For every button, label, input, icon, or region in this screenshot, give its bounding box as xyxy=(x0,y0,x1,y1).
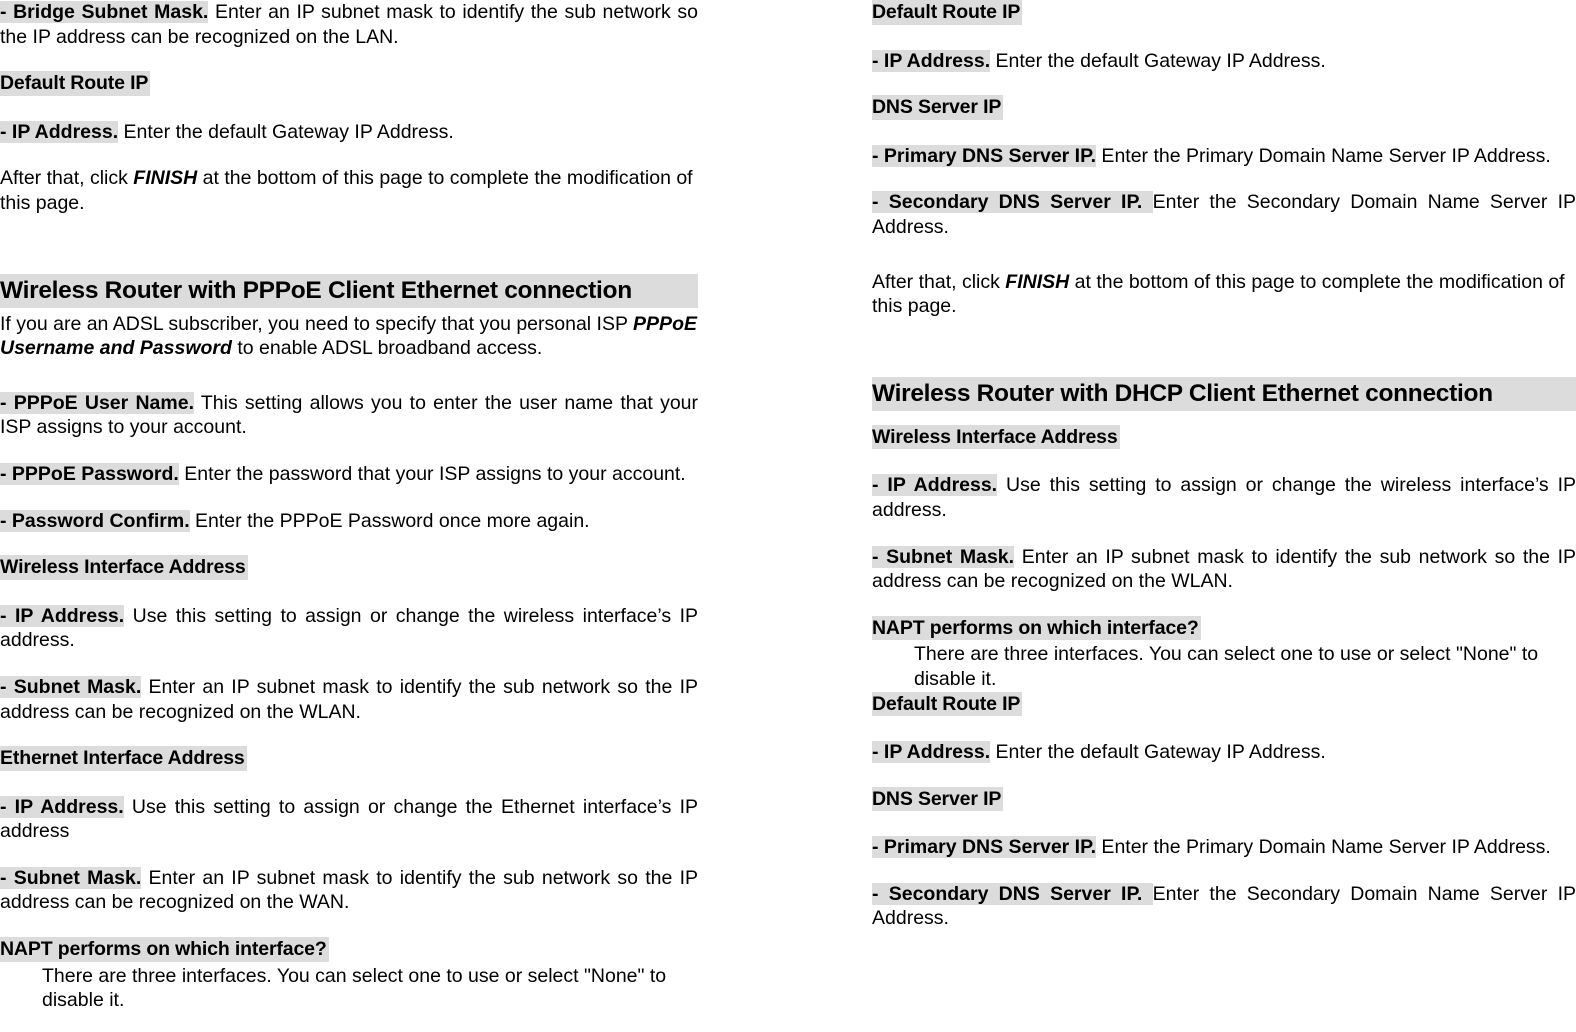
term-password-confirm: - Password Confirm. xyxy=(0,509,190,532)
term-secondary-dns-server-ip: - Secondary DNS Server IP. xyxy=(872,882,1153,905)
paragraph-adsl-intro: If you are an ADSL subscriber, you need … xyxy=(0,312,698,361)
term-primary-dns-server-ip: - Primary DNS Server IP. xyxy=(872,836,1097,859)
heading-wireless-interface-address: Wireless Interface Address xyxy=(872,424,1120,450)
finish-keyword: FINISH xyxy=(133,167,198,190)
heading-wireless-interface-address: Wireless Interface Address xyxy=(0,555,248,580)
definition-primary-dns-server-ip: Enter the Primary Domain Name Server IP … xyxy=(1096,836,1551,859)
definition-password-confirm: Enter the PPPoE Password once more again… xyxy=(189,509,590,532)
term-ip-address: - IP Address. xyxy=(872,741,991,764)
paragraph-pppoe-password: - PPPoE Password. Enter the password tha… xyxy=(0,462,698,487)
definition-ip-address: Enter the default Gateway IP Address. xyxy=(990,49,1326,72)
paragraph-secondary-dns-server-ip: - Secondary DNS Server IP. Enter the Sec… xyxy=(872,882,1576,931)
paragraph-napt-body: There are three interfaces. You can sele… xyxy=(42,964,667,1012)
definition-pppoe-password: Enter the password that your ISP assigns… xyxy=(178,462,686,485)
paragraph-wireless-subnet-mask: - Subnet Mask. Enter an IP subnet mask t… xyxy=(872,545,1576,594)
paragraph-wireless-subnet-mask: - Subnet Mask. Enter an IP subnet mask t… xyxy=(0,675,698,724)
finish-keyword: FINISH xyxy=(1005,270,1070,293)
adsl-intro-before: If you are an ADSL subscriber, you need … xyxy=(0,312,634,335)
term-secondary-dns-server-ip: - Secondary DNS Server IP. xyxy=(872,191,1153,214)
term-ip-address: - IP Address. xyxy=(0,120,119,143)
heading-napt-interface: NAPT performs on which interface? xyxy=(0,937,329,962)
paragraph-primary-dns-server-ip: - Primary DNS Server IP. Enter the Prima… xyxy=(872,144,1576,169)
paragraph-finish-note: After that, click FINISH at the bottom o… xyxy=(872,270,1576,319)
paragraph-wireless-ip-address: - IP Address. Use this setting to assign… xyxy=(0,604,698,653)
heading-dns-server-ip: DNS Server IP xyxy=(872,786,1004,812)
term-subnet-mask: - Subnet Mask. xyxy=(0,866,142,889)
finish-note-before: After that, click xyxy=(0,167,134,190)
paragraph-ethernet-ip-address: - IP Address. Use this setting to assign… xyxy=(0,795,698,844)
paragraph-password-confirm: - Password Confirm. Enter the PPPoE Pass… xyxy=(0,509,698,534)
definition-primary-dns-server-ip: Enter the Primary Domain Name Server IP … xyxy=(1096,144,1551,167)
paragraph-secondary-dns-server-ip: - Secondary DNS Server IP. Enter the Sec… xyxy=(872,190,1576,239)
paragraph-primary-dns-server-ip: - Primary DNS Server IP. Enter the Prima… xyxy=(872,835,1576,860)
heading-default-route-ip: Default Route IP xyxy=(0,71,151,96)
paragraph-pppoe-user-name: - PPPoE User Name. This setting allows y… xyxy=(0,391,698,440)
manual-page: - Bridge Subnet Mask. Enter an IP subnet… xyxy=(0,0,1576,1032)
paragraph-napt-body: There are three interfaces. You can sele… xyxy=(914,643,1539,690)
heading-napt-interface: NAPT performs on which interface? xyxy=(872,615,1201,641)
definition-ip-address: Enter the default Gateway IP Address. xyxy=(118,120,454,143)
term-ip-address: - IP Address. xyxy=(0,795,124,818)
term-ip-address: - IP Address. xyxy=(872,49,991,72)
term-pppoe-password: - PPPoE Password. xyxy=(0,462,179,485)
definition-ip-address: Enter the default Gateway IP Address. xyxy=(990,741,1326,764)
term-subnet-mask: - Subnet Mask. xyxy=(0,675,142,698)
heading-pppoe-section: Wireless Router with PPPoE Client Ethern… xyxy=(0,273,698,308)
heading-default-route-ip: Default Route IP xyxy=(872,691,1023,717)
paragraph-wireless-ip-address: - IP Address. Use this setting to assign… xyxy=(872,473,1576,522)
term-subnet-mask: - Subnet Mask. xyxy=(872,545,1015,568)
paragraph-bridge-subnet-mask: - Bridge Subnet Mask. Enter an IP subnet… xyxy=(0,0,698,49)
paragraph-finish-note: After that, click FINISH at the bottom o… xyxy=(0,166,698,215)
heading-default-route-ip: Default Route IP xyxy=(872,0,1023,25)
paragraph-default-route-ip-address: - IP Address. Enter the default Gateway … xyxy=(872,740,1576,765)
term-bridge-subnet-mask: - Bridge Subnet Mask. xyxy=(0,1,209,23)
term-ip-address: - IP Address. xyxy=(872,474,998,497)
left-text-column: - Bridge Subnet Mask. Enter an IP subnet… xyxy=(0,0,698,1013)
heading-ethernet-interface-address: Ethernet Interface Address xyxy=(0,746,247,771)
heading-dns-server-ip: DNS Server IP xyxy=(872,95,1004,120)
term-ip-address: - IP Address. xyxy=(0,604,125,627)
heading-dhcp-section: Wireless Router with DHCP Client Etherne… xyxy=(872,376,1576,411)
right-text-column: Default Route IP - IP Address. Enter the… xyxy=(872,0,1576,931)
adsl-intro-after: to enable ADSL broadband access. xyxy=(231,337,543,360)
paragraph-default-route-ip-address: - IP Address. Enter the default Gateway … xyxy=(872,49,1576,74)
paragraph-ethernet-subnet-mask: - Subnet Mask. Enter an IP subnet mask t… xyxy=(0,866,698,915)
term-primary-dns-server-ip: - Primary DNS Server IP. xyxy=(872,144,1097,167)
paragraph-default-route-ip-address: - IP Address. Enter the default Gateway … xyxy=(0,120,698,145)
finish-note-before: After that, click xyxy=(872,270,1006,293)
term-pppoe-user-name: - PPPoE User Name. xyxy=(0,391,194,414)
